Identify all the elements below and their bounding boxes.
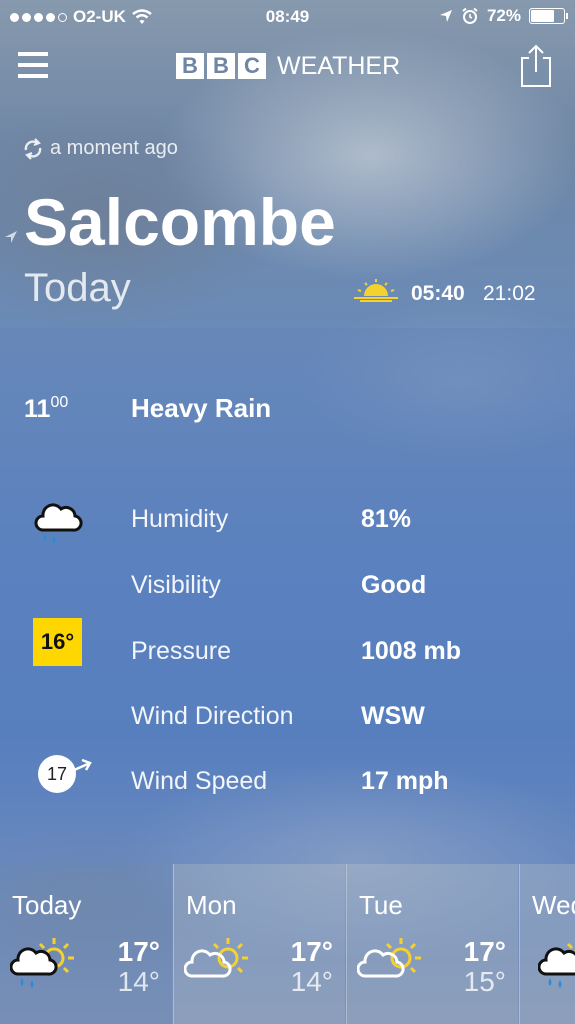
- weather-condition: Heavy Rain: [131, 393, 272, 423]
- forecast-low: 15°: [463, 966, 506, 997]
- cloud-sun-icon: [184, 938, 248, 978]
- visibility-label: Visibility: [131, 571, 221, 599]
- wind-direction-value: WSW: [361, 702, 425, 730]
- forecast-low: 14°: [117, 966, 160, 997]
- battery-percent: 72%: [486, 6, 521, 25]
- forecast-hour: 1100: [24, 394, 68, 424]
- cloud-sun-icon: [357, 938, 421, 978]
- alarm-icon: [462, 7, 478, 24]
- sunset-time: 21:02: [483, 282, 536, 305]
- humidity-value: 81%: [361, 505, 412, 533]
- minute-value: 00: [50, 394, 69, 411]
- hamburger-icon: [18, 52, 48, 56]
- visibility-value: Good: [361, 571, 427, 599]
- temperature-badge: 16°: [33, 618, 82, 666]
- wind-speed-value-text: 17 mph: [361, 767, 449, 795]
- forecast-day-name: Tue: [359, 890, 403, 920]
- wind-speed-label: Wind Speed: [131, 767, 268, 795]
- forecast-high: 17°: [463, 936, 506, 967]
- forecast-day-wed[interactable]: Wed: [519, 864, 575, 1024]
- forecast-day-today[interactable]: Today 17° 14°: [0, 864, 172, 1024]
- wind-direction-label: Wind Direction: [131, 702, 294, 730]
- daily-forecast-strip[interactable]: Today 17° 14° Mon 17° 14° Tue 17° 15° We: [0, 864, 575, 1024]
- share-icon: [521, 44, 551, 87]
- pressure-label: Pressure: [131, 637, 232, 665]
- city-name: Salcombe: [24, 185, 336, 259]
- forecast-high: 17°: [117, 936, 160, 967]
- rain-sun-icon: [538, 942, 575, 988]
- forecast-day-name: Wed: [532, 890, 575, 920]
- wind-badge: 17: [38, 755, 94, 795]
- logo-letter: C: [238, 53, 266, 79]
- pressure-value: 1008 mb: [361, 637, 462, 665]
- logo-letter: B: [176, 53, 204, 79]
- last-updated[interactable]: a moment ago: [22, 137, 178, 160]
- wind-direction-arrow-icon: [71, 758, 92, 773]
- logo-word: WEATHER: [277, 51, 401, 80]
- forecast-high: 17°: [290, 936, 333, 967]
- status-right: 72%: [439, 6, 568, 26]
- forecast-day-name: Today: [12, 890, 82, 920]
- forecast-day-tue[interactable]: Tue 17° 15°: [346, 864, 518, 1024]
- forecast-day-name: Mon: [186, 890, 237, 920]
- rain-sun-icon: [10, 938, 74, 988]
- share-button[interactable]: [518, 44, 554, 88]
- location-services-icon: [439, 10, 452, 22]
- forecast-low: 14°: [290, 966, 333, 997]
- humidity-label: Humidity: [131, 505, 229, 533]
- sunrise-sunset-icon: [354, 279, 398, 302]
- refresh-icon: [24, 137, 42, 160]
- heavy-rain-icon: [34, 503, 83, 544]
- last-updated-text: a moment ago: [50, 137, 178, 159]
- sunrise-time: 05:40: [411, 282, 465, 305]
- menu-button[interactable]: [18, 52, 48, 78]
- forecast-day-mon[interactable]: Mon 17° 14°: [173, 864, 345, 1024]
- status-bar: O2-UK 08:49 72%: [0, 0, 575, 34]
- current-location-icon: [5, 231, 17, 243]
- logo-letter: B: [207, 53, 235, 79]
- bbc-weather-logo: B B C WEATHER: [176, 51, 401, 80]
- day-label: Today: [24, 266, 131, 310]
- hour-value: 11: [24, 395, 51, 423]
- battery-icon: [529, 8, 568, 24]
